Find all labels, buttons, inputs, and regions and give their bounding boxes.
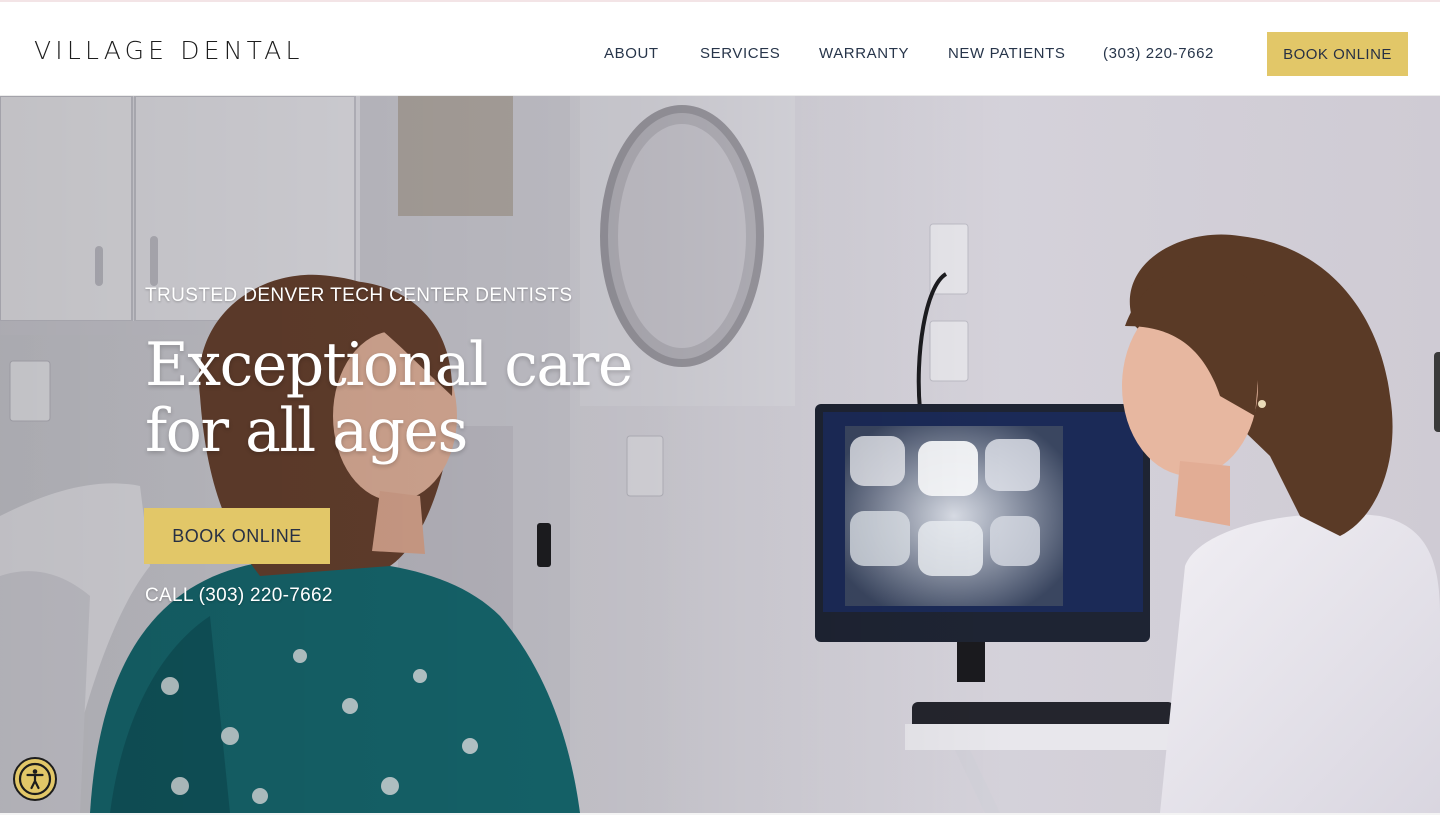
accessibility-button[interactable] (13, 757, 57, 801)
main-nav: ABOUT SERVICES WARRANTY NEW PATIENTS (30… (0, 2, 1440, 96)
nav-item-services[interactable]: SERVICES (700, 45, 780, 62)
hero-section: TRUSTED DENVER TECH CENTER DENTISTS Exce… (0, 96, 1440, 813)
nav-item-about[interactable]: ABOUT (604, 45, 659, 62)
site-header: VILLAGE DENTAL ABOUT SERVICES WARRANTY N… (0, 2, 1440, 96)
hero-headline: Exceptional care for all ages (145, 332, 705, 464)
nav-item-warranty[interactable]: WARRANTY (819, 45, 909, 62)
hero-call-link[interactable]: CALL (303) 220-7662 (145, 585, 333, 607)
nav-phone-link[interactable]: (303) 220-7662 (1103, 45, 1214, 62)
hero-headline-line-1: Exceptional care (145, 330, 633, 400)
side-tab-handle[interactable] (1434, 352, 1440, 432)
accessibility-icon (18, 762, 52, 796)
hero-eyebrow: TRUSTED DENVER TECH CENTER DENTISTS (145, 285, 573, 306)
hero-headline-line-2: for all ages (145, 396, 468, 466)
header-book-online-button[interactable]: BOOK ONLINE (1267, 32, 1408, 76)
hero-book-online-button[interactable]: BOOK ONLINE (144, 508, 330, 564)
nav-item-new-patients[interactable]: NEW PATIENTS (948, 45, 1065, 62)
